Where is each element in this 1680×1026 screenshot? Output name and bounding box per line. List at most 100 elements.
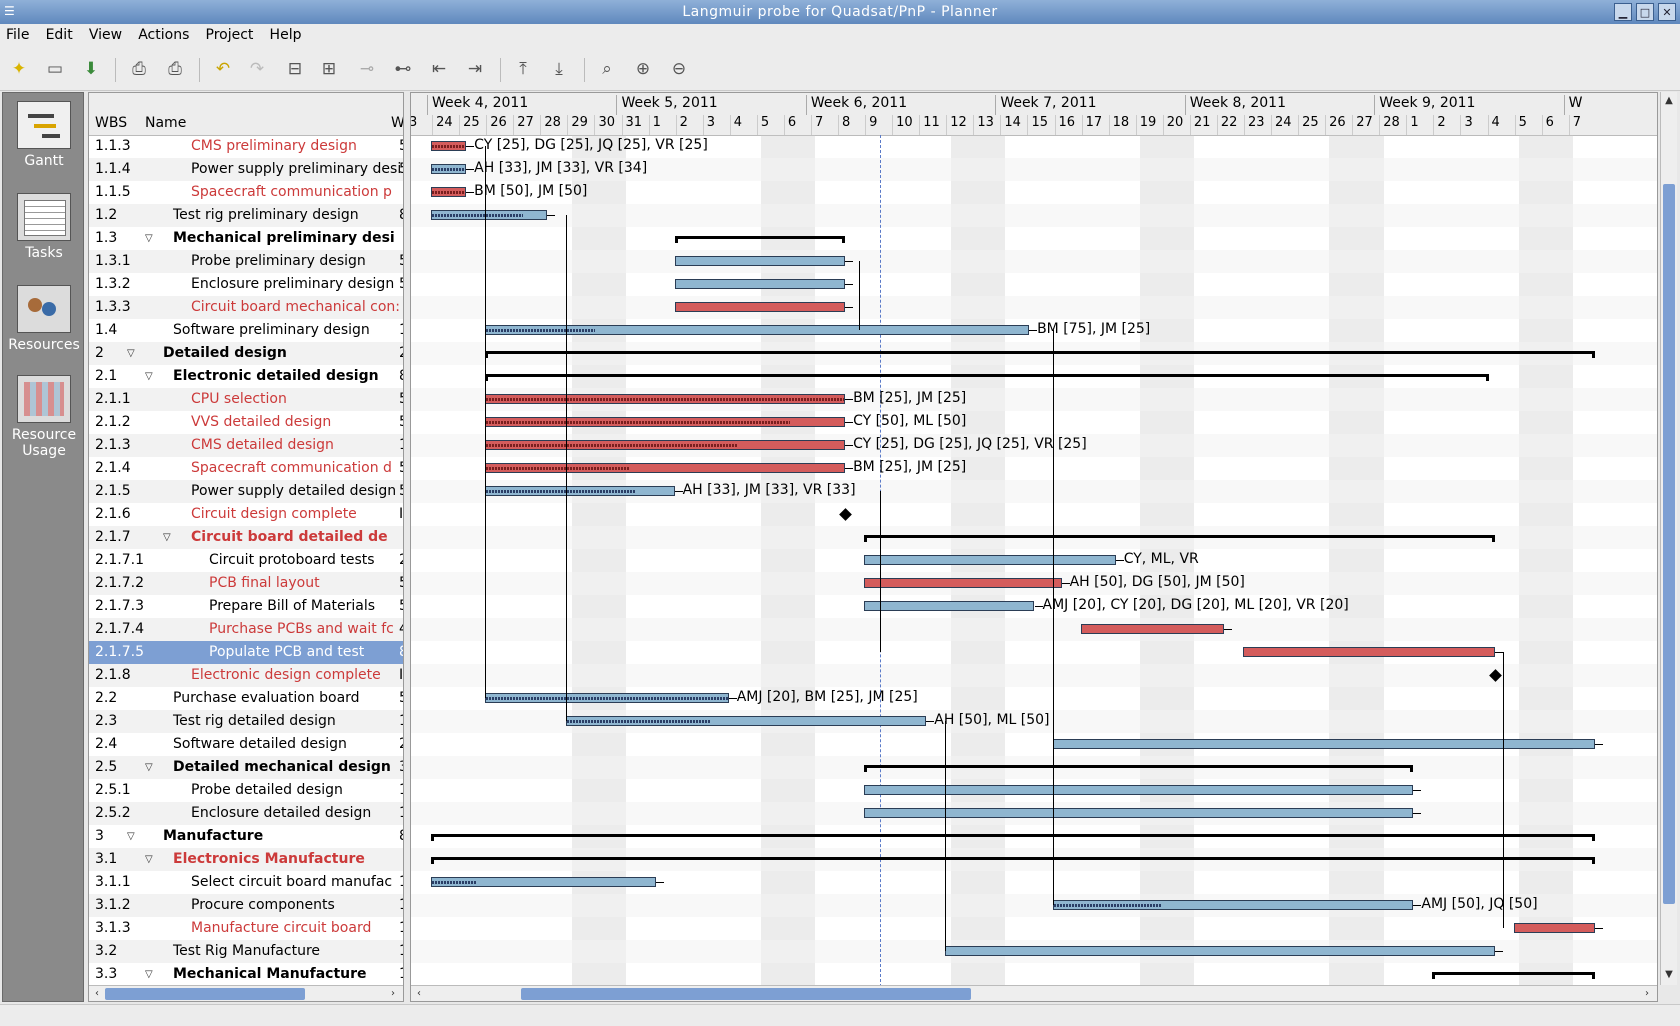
open-icon[interactable]: ▭ <box>42 56 68 82</box>
zoom-fit-icon[interactable]: ⌕ <box>594 56 620 82</box>
task-bar[interactable] <box>864 808 1414 818</box>
task-row[interactable]: 2.3 Test rig detailed design 1 <box>89 710 403 733</box>
task-row[interactable]: 2.1.7.5 Populate PCB and test 8 <box>89 641 403 664</box>
task-row[interactable]: 2.1.7.1 Circuit protoboard tests 2 <box>89 549 403 572</box>
task-bar[interactable] <box>1513 923 1595 933</box>
summary-bar[interactable] <box>1432 972 1596 979</box>
task-row[interactable]: 2.1.7.3 Prepare Bill of Materials 5 <box>89 595 403 618</box>
task-bar[interactable] <box>485 693 729 703</box>
task-bar[interactable] <box>485 463 846 473</box>
task-bar[interactable] <box>431 210 548 220</box>
task-bar[interactable] <box>485 440 846 450</box>
summary-bar[interactable] <box>864 765 1414 772</box>
expander-triangle-icon[interactable]: ▽ <box>145 365 153 388</box>
expander-triangle-icon[interactable]: ▽ <box>145 227 153 250</box>
summary-bar[interactable] <box>674 236 846 243</box>
move-up-icon[interactable]: ⤒ <box>510 56 536 82</box>
scroll-right-arrow-icon[interactable]: › <box>387 987 399 1001</box>
redo-icon[interactable]: ↷ <box>244 56 270 82</box>
task-row[interactable]: 2.5.1 Probe detailed design 1 <box>89 779 403 802</box>
task-row[interactable]: 2.5 ▽ Detailed mechanical design 3 <box>89 756 403 779</box>
task-bar[interactable] <box>674 279 846 289</box>
task-bar[interactable] <box>674 302 846 312</box>
task-row[interactable]: 1.1.5 Spacecraft communication p <box>89 181 403 204</box>
expander-triangle-icon[interactable]: ▽ <box>127 825 135 848</box>
task-row[interactable]: 2.1.3 CMS detailed design 1 <box>89 434 403 457</box>
link-tasks-icon[interactable]: ⊸ <box>354 56 380 82</box>
task-row[interactable]: 3.1.3 Manufacture circuit board 1 <box>89 917 403 940</box>
expander-triangle-icon[interactable]: ▽ <box>145 963 153 986</box>
expander-triangle-icon[interactable]: ▽ <box>163 526 171 549</box>
indent-icon[interactable]: ⇤ <box>426 56 452 82</box>
expander-triangle-icon[interactable]: ▽ <box>145 756 153 779</box>
task-row[interactable]: 1.1.4 Power supply preliminary desi5 <box>89 158 403 181</box>
task-row[interactable]: 2.2 Purchase evaluation board 5 <box>89 687 403 710</box>
move-down-icon[interactable]: ⤓ <box>546 56 572 82</box>
task-bar[interactable] <box>566 716 927 726</box>
print-preview-icon[interactable]: ⎙ <box>162 56 188 82</box>
task-row[interactable]: 1.3.2 Enclosure preliminary design5 <box>89 273 403 296</box>
task-row[interactable]: 1.3.1 Probe preliminary design 5 <box>89 250 403 273</box>
task-bar[interactable] <box>945 946 1495 956</box>
expander-triangle-icon[interactable]: ▽ <box>145 848 153 871</box>
task-row[interactable]: 1.1.3 CMS preliminary design 5 <box>89 135 403 158</box>
task-bar[interactable] <box>864 785 1414 795</box>
menu-file[interactable]: File <box>0 24 35 43</box>
nav-tasks[interactable]: Tasks <box>3 193 85 261</box>
expander-triangle-icon[interactable]: ▽ <box>127 342 135 365</box>
task-bar[interactable] <box>1053 739 1595 749</box>
task-tree-hscrollbar[interactable]: ‹ › <box>89 985 403 1001</box>
task-bar[interactable] <box>1080 624 1224 634</box>
task-row[interactable]: 2.1.7.4 Purchase PCBs and wait fc 4 <box>89 618 403 641</box>
task-row[interactable]: 2.1 ▽ Electronic detailed design 8 <box>89 365 403 388</box>
task-bar[interactable] <box>431 164 467 174</box>
minimize-button[interactable]: ▁ <box>1614 3 1632 21</box>
task-row[interactable]: 2.1.7 ▽ Circuit board detailed de <box>89 526 403 549</box>
unlink-tasks-icon[interactable]: ⊷ <box>390 56 416 82</box>
gantt-scroll-right-arrow-icon[interactable]: › <box>1641 987 1653 1001</box>
column-wbs[interactable]: WBS <box>95 115 127 131</box>
task-row[interactable]: 2.5.2 Enclosure detailed design 1 <box>89 802 403 825</box>
nav-resource-usage[interactable]: Resource Usage <box>3 375 85 459</box>
task-row[interactable]: 3 ▽ Manufacture 8 <box>89 825 403 848</box>
menu-edit[interactable]: Edit <box>40 24 79 43</box>
task-bar[interactable] <box>674 256 846 266</box>
menu-project[interactable]: Project <box>200 24 260 43</box>
task-row[interactable]: 2.1.8 Electronic design complete I <box>89 664 403 687</box>
task-row[interactable]: 2.1.7.2 PCB final layout 5 <box>89 572 403 595</box>
scroll-left-arrow-icon[interactable]: ‹ <box>91 987 103 1001</box>
summary-bar[interactable] <box>485 374 1490 381</box>
task-bar[interactable] <box>864 555 1116 565</box>
summary-bar[interactable] <box>485 351 1595 358</box>
zoom-out-icon[interactable]: ⊖ <box>666 56 692 82</box>
summary-bar[interactable] <box>431 857 1595 864</box>
task-bar[interactable] <box>431 187 467 197</box>
task-bar[interactable] <box>485 486 675 496</box>
task-row[interactable]: 1.2 Test rig preliminary design 8 <box>89 204 403 227</box>
column-name[interactable]: Name <box>145 115 186 131</box>
task-bar[interactable] <box>1053 900 1414 910</box>
close-button[interactable]: ✕ <box>1658 3 1676 21</box>
maximize-button[interactable]: □ <box>1636 3 1654 21</box>
task-tree-hscroll-thumb[interactable] <box>105 988 305 1000</box>
task-row[interactable]: 2.1.5 Power supply detailed design5 <box>89 480 403 503</box>
task-row[interactable]: 1.3 ▽ Mechanical preliminary desi <box>89 227 403 250</box>
gantt-vscrollbar[interactable]: ▲ ▼ <box>1660 92 1677 985</box>
menu-view[interactable]: View <box>83 24 128 43</box>
task-bar[interactable] <box>864 601 1035 611</box>
menu-help[interactable]: Help <box>264 24 308 43</box>
task-bar[interactable] <box>431 141 467 151</box>
vscroll-thumb[interactable] <box>1663 184 1675 904</box>
task-row[interactable]: 2.4 Software detailed design 2 <box>89 733 403 756</box>
task-bar[interactable] <box>485 417 846 427</box>
nav-resources[interactable]: Resources <box>3 285 85 353</box>
task-row[interactable]: 3.1.1 Select circuit board manufac 1 <box>89 871 403 894</box>
task-row[interactable]: 2.1.6 Circuit design complete I <box>89 503 403 526</box>
new-project-icon[interactable]: ✦ <box>6 56 32 82</box>
task-row[interactable]: 1.3.3 Circuit board mechanical con: <box>89 296 403 319</box>
summary-bar[interactable] <box>431 834 1595 841</box>
scroll-up-arrow-icon[interactable]: ▲ <box>1663 94 1675 108</box>
undo-icon[interactable]: ↶ <box>210 56 236 82</box>
insert-tasks-icon[interactable]: ⊞ <box>316 56 342 82</box>
insert-task-icon[interactable]: ⊟ <box>282 56 308 82</box>
